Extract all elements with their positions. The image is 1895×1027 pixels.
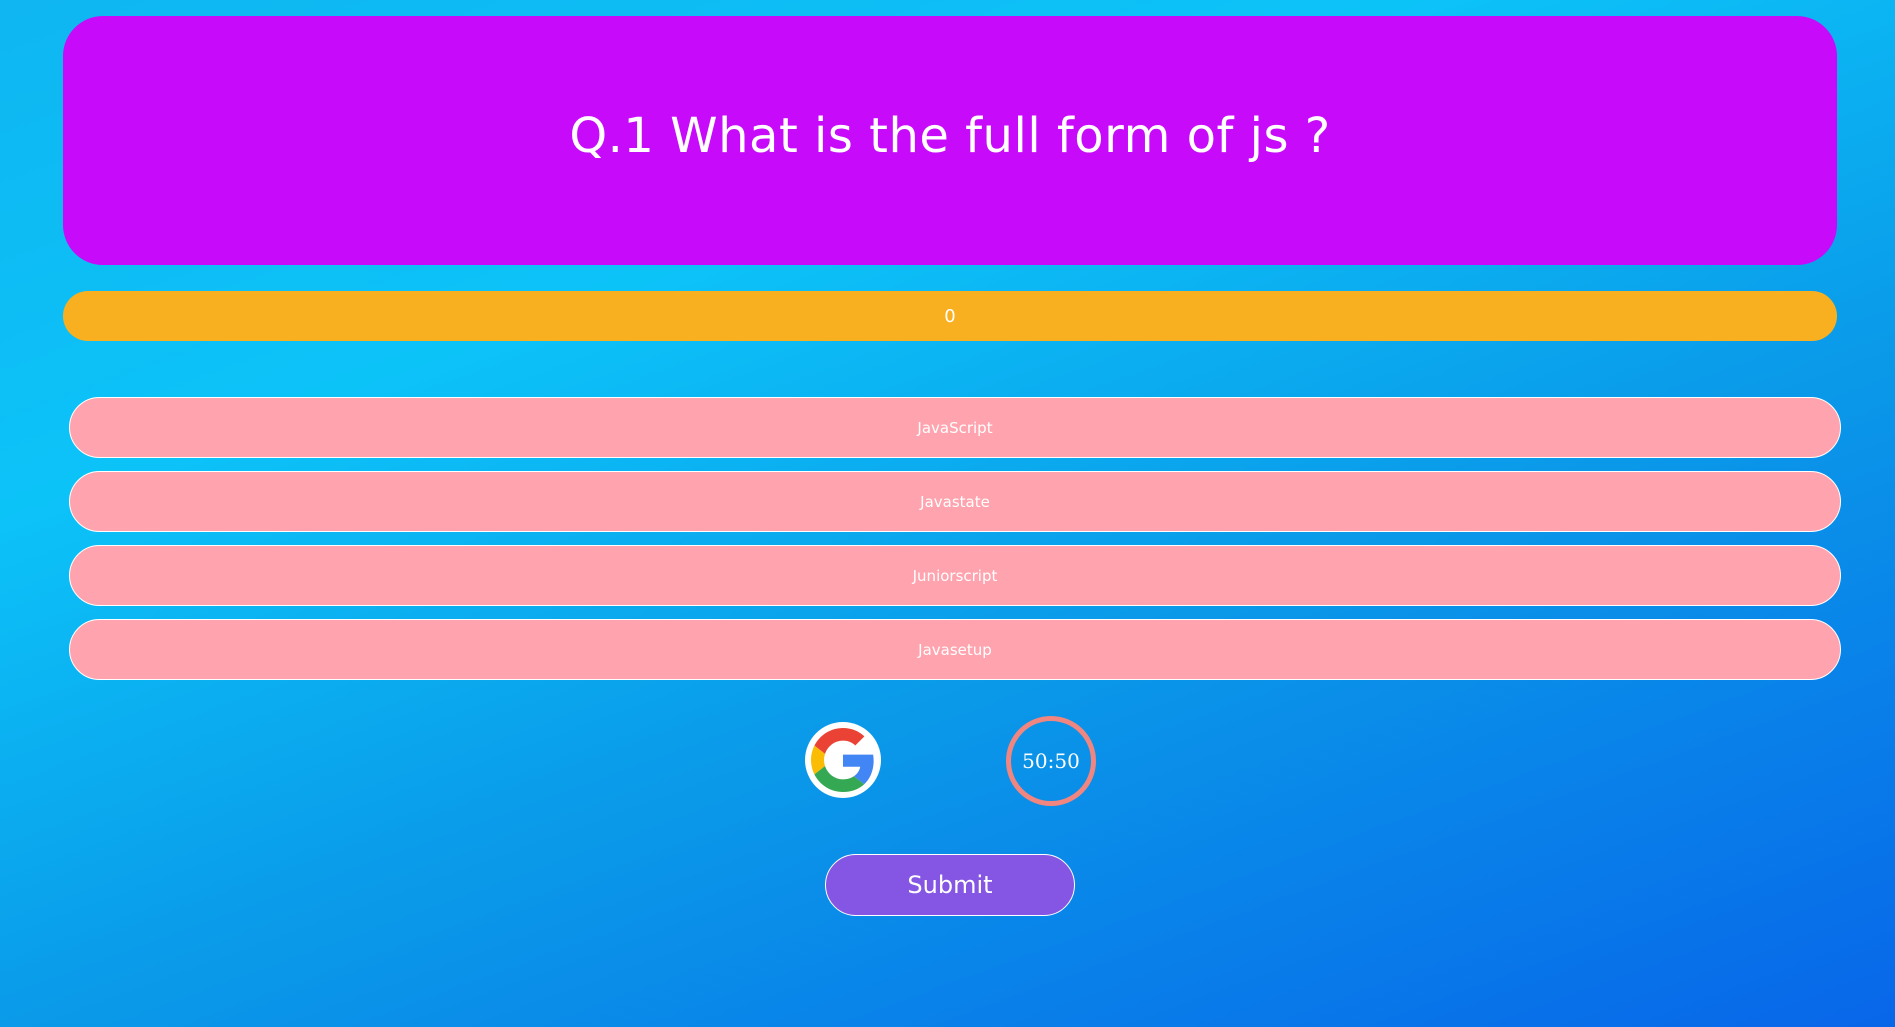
options-list: JavaScript Javastate Juniorscript Javase… <box>69 397 1843 693</box>
submit-button[interactable]: Submit <box>825 854 1075 916</box>
question-card: Q.1 What is the full form of js ? <box>63 16 1837 265</box>
score-bar: 0 <box>63 291 1837 341</box>
question-text: Q.1 What is the full form of js ? <box>569 107 1331 164</box>
lifelines: 50:50 <box>0 716 1895 806</box>
fifty-fifty-button[interactable]: 50:50 <box>1006 716 1096 806</box>
option-button-2[interactable]: Javastate <box>69 471 1841 532</box>
fifty-fifty-label: 50:50 <box>1022 749 1080 773</box>
option-button-4[interactable]: Javasetup <box>69 619 1841 680</box>
score-value: 0 <box>944 305 956 327</box>
google-icon <box>811 728 874 792</box>
option-button-3[interactable]: Juniorscript <box>69 545 1841 606</box>
google-lifeline-button[interactable] <box>805 722 881 798</box>
option-button-1[interactable]: JavaScript <box>69 397 1841 458</box>
